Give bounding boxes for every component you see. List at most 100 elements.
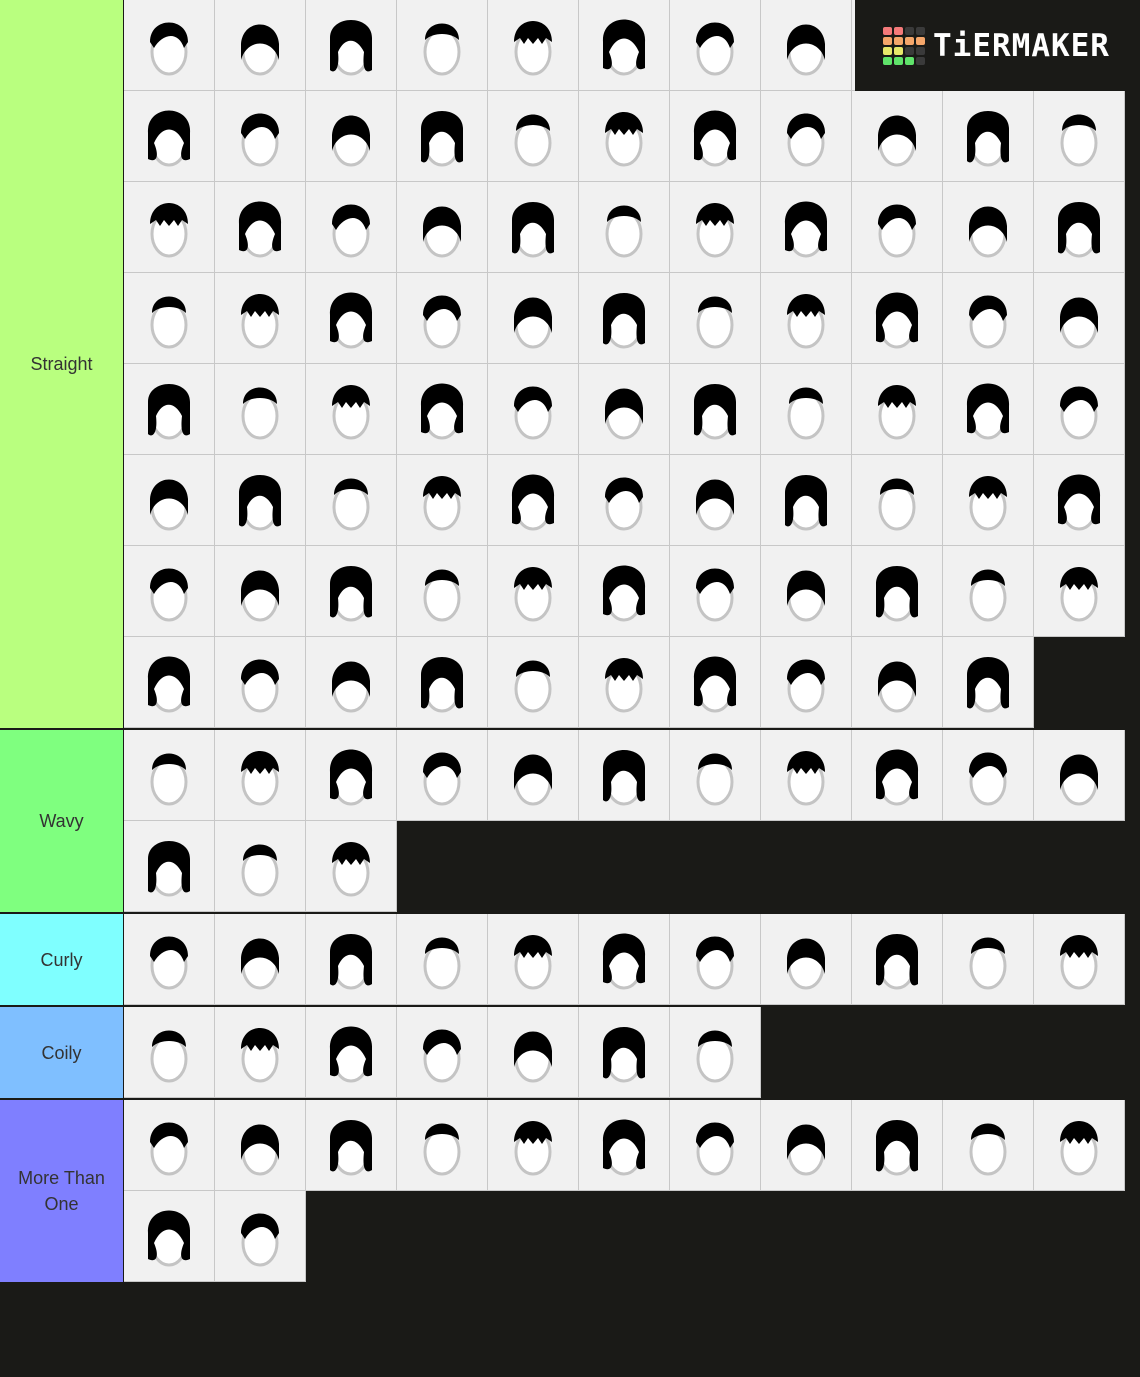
tier-item[interactable] (943, 637, 1034, 728)
tier-item[interactable] (761, 546, 852, 637)
tier-item[interactable] (397, 1007, 488, 1098)
tier-item[interactable] (397, 91, 488, 182)
tier-item[interactable] (761, 91, 852, 182)
tier-item[interactable] (670, 1007, 761, 1098)
tier-item[interactable] (215, 1007, 306, 1098)
tier-label[interactable]: Curly (0, 914, 124, 1005)
tier-item[interactable] (488, 914, 579, 1005)
tier-item[interactable] (852, 182, 943, 273)
tier-item[interactable] (761, 273, 852, 364)
tier-item[interactable] (306, 1100, 397, 1191)
tier-item[interactable] (306, 1007, 397, 1098)
tier-item[interactable] (124, 364, 215, 455)
tier-item[interactable] (1034, 730, 1125, 821)
tier-item[interactable] (215, 821, 306, 912)
tier-item[interactable] (579, 0, 670, 91)
tier-item[interactable] (1034, 364, 1125, 455)
tier-item[interactable] (852, 455, 943, 546)
tier-item[interactable] (852, 364, 943, 455)
tier-item[interactable] (1034, 182, 1125, 273)
tier-item[interactable] (306, 0, 397, 91)
tier-item[interactable] (124, 182, 215, 273)
tier-item[interactable] (943, 455, 1034, 546)
tier-item[interactable] (488, 91, 579, 182)
tier-label[interactable]: Wavy (0, 730, 124, 912)
tier-item[interactable] (215, 182, 306, 273)
tier-item[interactable] (397, 455, 488, 546)
tier-item[interactable] (670, 182, 761, 273)
tier-item[interactable] (943, 273, 1034, 364)
tier-item[interactable] (306, 730, 397, 821)
tier-item[interactable] (488, 637, 579, 728)
tier-item[interactable] (1034, 455, 1125, 546)
tier-item[interactable] (306, 821, 397, 912)
tier-item[interactable] (124, 0, 215, 91)
tier-item[interactable] (124, 1007, 215, 1098)
tier-item[interactable] (397, 1100, 488, 1191)
tier-item[interactable] (852, 730, 943, 821)
tier-item[interactable] (670, 273, 761, 364)
tier-item[interactable] (761, 1100, 852, 1191)
tier-item[interactable] (488, 1100, 579, 1191)
tier-item[interactable] (397, 914, 488, 1005)
tier-item[interactable] (579, 730, 670, 821)
tier-item[interactable] (397, 0, 488, 91)
tier-item[interactable] (1034, 91, 1125, 182)
tier-item[interactable] (852, 91, 943, 182)
tier-item[interactable] (124, 821, 215, 912)
tier-item[interactable] (852, 546, 943, 637)
tier-item[interactable] (761, 364, 852, 455)
tier-item[interactable] (306, 273, 397, 364)
tier-item[interactable] (579, 182, 670, 273)
tier-item[interactable] (670, 1100, 761, 1191)
tier-item[interactable] (488, 0, 579, 91)
tier-item[interactable] (579, 914, 670, 1005)
tier-item[interactable] (943, 364, 1034, 455)
tier-item[interactable] (579, 637, 670, 728)
tier-item[interactable] (579, 546, 670, 637)
tier-item[interactable] (670, 364, 761, 455)
tier-item[interactable] (215, 1100, 306, 1191)
tier-item[interactable] (943, 91, 1034, 182)
tier-item[interactable] (488, 730, 579, 821)
tier-item[interactable] (943, 182, 1034, 273)
tier-item[interactable] (670, 0, 761, 91)
tier-item[interactable] (215, 730, 306, 821)
tier-item[interactable] (124, 273, 215, 364)
tier-item[interactable] (852, 1100, 943, 1191)
tier-item[interactable] (397, 546, 488, 637)
tier-item[interactable] (124, 914, 215, 1005)
tier-item[interactable] (215, 914, 306, 1005)
tier-item[interactable] (215, 546, 306, 637)
tier-item[interactable] (124, 1191, 215, 1282)
tier-item[interactable] (670, 546, 761, 637)
tier-item[interactable] (306, 91, 397, 182)
tier-item[interactable] (943, 914, 1034, 1005)
tier-item[interactable] (579, 91, 670, 182)
tier-item[interactable] (215, 455, 306, 546)
tier-item[interactable] (124, 730, 215, 821)
tier-item[interactable] (488, 273, 579, 364)
tier-item[interactable] (579, 364, 670, 455)
tier-item[interactable] (670, 914, 761, 1005)
tier-item[interactable] (397, 273, 488, 364)
tier-item[interactable] (488, 364, 579, 455)
tier-label[interactable]: Coily (0, 1007, 124, 1098)
tier-item[interactable] (215, 637, 306, 728)
tier-item[interactable] (579, 1007, 670, 1098)
tier-item[interactable] (215, 1191, 306, 1282)
tier-item[interactable] (215, 91, 306, 182)
tier-item[interactable] (670, 91, 761, 182)
tier-label[interactable]: Straight (0, 0, 124, 728)
tier-item[interactable] (124, 637, 215, 728)
tier-item[interactable] (306, 637, 397, 728)
tier-item[interactable] (488, 1007, 579, 1098)
tier-item[interactable] (306, 546, 397, 637)
tier-item[interactable] (1034, 914, 1125, 1005)
tier-item[interactable] (852, 914, 943, 1005)
tier-item[interactable] (761, 0, 852, 91)
tier-item[interactable] (852, 637, 943, 728)
tier-item[interactable] (397, 182, 488, 273)
tier-item[interactable] (397, 637, 488, 728)
tier-item[interactable] (306, 455, 397, 546)
